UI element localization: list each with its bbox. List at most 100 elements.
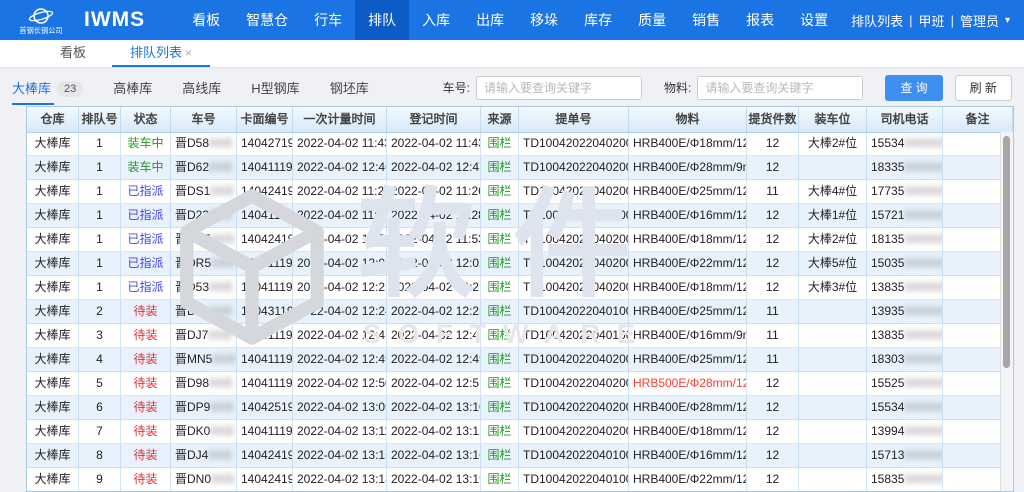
- scrollbar-thumb[interactable]: [1003, 136, 1010, 368]
- column-header-10[interactable]: 提货件数: [747, 107, 799, 132]
- table-row[interactable]: 大棒库1装车中晋D6288B140411192022-04-02 12:4620…: [27, 156, 1001, 180]
- redacted-plate-blur: 88B: [210, 184, 234, 198]
- warehouse-tab-2[interactable]: 高线库: [182, 78, 221, 97]
- column-header-8[interactable]: 提单号: [519, 107, 629, 132]
- material-search-input[interactable]: [697, 76, 863, 100]
- cell-warehouse: 大棒库: [27, 228, 79, 252]
- nav-item-9[interactable]: 销售: [679, 0, 733, 40]
- cell-status: 已指派: [121, 228, 171, 252]
- column-header-7[interactable]: 来源: [481, 107, 519, 132]
- cell-queue-no: 1: [79, 180, 121, 204]
- column-header-2[interactable]: 状态: [121, 107, 171, 132]
- table-row[interactable]: 大棒库8待装晋DJ488B140424192022-04-02 13:15202…: [27, 444, 1001, 468]
- cell-bill-no: TD10042022040200005319: [519, 252, 629, 276]
- column-header-1[interactable]: 排队号: [79, 107, 121, 132]
- cell-reg-time: 2022-04-02 13:19: [387, 468, 481, 492]
- refresh-button[interactable]: 刷 新: [955, 75, 1012, 101]
- page-tab-0[interactable]: 看板: [38, 40, 108, 67]
- cell-bill-no: TD10042022040200005320: [519, 372, 629, 396]
- table-row[interactable]: 大棒库1已指派晋D5388B140411192022-04-02 12:2120…: [27, 276, 1001, 300]
- table-row[interactable]: 大棒库7待装晋DK088B140411192022-04-02 13:11202…: [27, 420, 1001, 444]
- cell-phone: 15534988888: [867, 396, 943, 420]
- cell-material: HRB400E/Φ18mm/12m: [629, 276, 747, 300]
- table-row[interactable]: 大棒库1已指派晋DS188B140424192022-04-02 11:2620…: [27, 180, 1001, 204]
- search-button[interactable]: 查 询: [885, 75, 942, 101]
- redacted-phone-blur: 988888: [904, 448, 943, 462]
- nav-item-3[interactable]: 排队: [355, 0, 409, 40]
- cell-warehouse: 大棒库: [27, 252, 79, 276]
- nav-item-5[interactable]: 出库: [463, 0, 517, 40]
- cell-plate: 晋D6288B: [171, 156, 237, 180]
- cell-slot: [799, 444, 867, 468]
- cell-note: [943, 228, 1001, 252]
- cell-material: HRB400E/Φ22mm/12m: [629, 468, 747, 492]
- nav-item-8[interactable]: 质量: [625, 0, 679, 40]
- cell-material: HRB400E/Φ25mm/12m: [629, 300, 747, 324]
- column-header-12[interactable]: 司机电话: [867, 107, 943, 132]
- cell-slot: 大棒1#位: [799, 204, 867, 228]
- nav-item-1[interactable]: 智慧仓: [233, 0, 301, 40]
- table-row[interactable]: 大棒库1已指派晋DR588B140411192022-04-02 12:0220…: [27, 252, 1001, 276]
- page-tab-1[interactable]: 排队列表×: [108, 40, 214, 67]
- column-header-3[interactable]: 车号: [171, 107, 237, 132]
- cell-material: HRB400E/Φ22mm/12m: [629, 252, 747, 276]
- cell-phone: 18135988888: [867, 228, 943, 252]
- cell-material: HRB400E/Φ18mm/12m: [629, 420, 747, 444]
- table-row[interactable]: 大棒库3待装晋DJ788B140411192022-04-02 12:41202…: [27, 324, 1001, 348]
- column-header-11[interactable]: 装车位: [799, 107, 867, 132]
- vertical-scrollbar[interactable]: [1000, 132, 1013, 491]
- table-row[interactable]: 大棒库1装车中晋D5888B140427192022-04-02 11:4320…: [27, 132, 1001, 156]
- cell-queue-no: 8: [79, 444, 121, 468]
- filter-bar: 大棒库23高棒库高线库H型钢库钢坯库 车号: 物料: 查 询 刷 新: [0, 68, 1024, 107]
- close-tab-icon[interactable]: ×: [185, 46, 192, 60]
- table-row[interactable]: 大棒库6待装晋DP988B140425192022-04-02 13:09202…: [27, 396, 1001, 420]
- cell-weigh-time: 2022-04-02 11:53: [293, 228, 387, 252]
- redacted-phone-blur: 988888: [904, 328, 943, 342]
- cell-qty: 12: [747, 420, 799, 444]
- cell-bill-no: TD10042022040200005319: [519, 204, 629, 228]
- table-row[interactable]: 大棒库1已指派晋D2388B140411192022-04-02 11:2820…: [27, 204, 1001, 228]
- nav-item-0[interactable]: 看板: [179, 0, 233, 40]
- column-header-4[interactable]: 卡面编号: [237, 107, 293, 132]
- warehouse-tab-3[interactable]: H型钢库: [251, 78, 299, 97]
- cell-reg-time: 2022-04-02 12:41: [387, 324, 481, 348]
- table-row[interactable]: 大棒库9待装晋DN088B140424192022-04-02 13:18202…: [27, 468, 1001, 492]
- cell-status: 已指派: [121, 252, 171, 276]
- column-header-5[interactable]: 一次计量时间: [293, 107, 387, 132]
- user-link-1[interactable]: 甲班: [919, 11, 945, 30]
- cell-bill-no: TD10042022040200005319: [519, 348, 629, 372]
- column-header-13[interactable]: 备注: [943, 107, 1013, 132]
- cell-note: [943, 276, 1001, 300]
- user-link-0[interactable]: 排队列表: [851, 11, 903, 30]
- vehicle-search-input[interactable]: [476, 76, 642, 100]
- table-row[interactable]: 大棒库1已指派晋DN588B140424192022-04-02 11:5320…: [27, 228, 1001, 252]
- cell-slot: [799, 348, 867, 372]
- redacted-plate-blur: 88B: [209, 208, 233, 222]
- cell-bill-no: TD10042022040200005319: [519, 276, 629, 300]
- table-row[interactable]: 大棒库2待装晋D4388B140431192022-04-02 12:24202…: [27, 300, 1001, 324]
- nav-item-6[interactable]: 移垛: [517, 0, 571, 40]
- cell-plate: 晋DJ788B: [171, 324, 237, 348]
- table-row[interactable]: 大棒库5待装晋D9888B140411192022-04-02 12:50202…: [27, 372, 1001, 396]
- redacted-plate-blur: 88B: [209, 280, 233, 294]
- cell-plate: 晋D5888B: [171, 132, 237, 156]
- warehouse-tab-1[interactable]: 高棒库: [113, 78, 152, 97]
- cell-qty: 12: [747, 132, 799, 156]
- nav-item-11[interactable]: 设置: [787, 0, 841, 40]
- nav-item-7[interactable]: 库存: [571, 0, 625, 40]
- user-area[interactable]: 排队列表|甲班|管理员▾: [851, 11, 1010, 30]
- nav-item-10[interactable]: 报表: [733, 0, 787, 40]
- nav-item-2[interactable]: 行车: [301, 0, 355, 40]
- warehouse-tab-4[interactable]: 钢坯库: [330, 78, 369, 97]
- redacted-plate-blur: 88B: [209, 160, 233, 174]
- nav-item-4[interactable]: 入库: [409, 0, 463, 40]
- column-header-9[interactable]: 物料: [629, 107, 747, 132]
- warehouse-tab-0[interactable]: 大棒库23: [12, 78, 83, 97]
- redacted-phone-blur: 988888: [904, 376, 943, 390]
- cell-status: 待装: [121, 324, 171, 348]
- column-header-0[interactable]: 仓库: [27, 107, 79, 132]
- cell-status: 待装: [121, 348, 171, 372]
- table-row[interactable]: 大棒库4待装晋MN588B140411192022-04-02 12:49202…: [27, 348, 1001, 372]
- user-link-2[interactable]: 管理员: [960, 11, 999, 30]
- column-header-6[interactable]: 登记时间: [387, 107, 481, 132]
